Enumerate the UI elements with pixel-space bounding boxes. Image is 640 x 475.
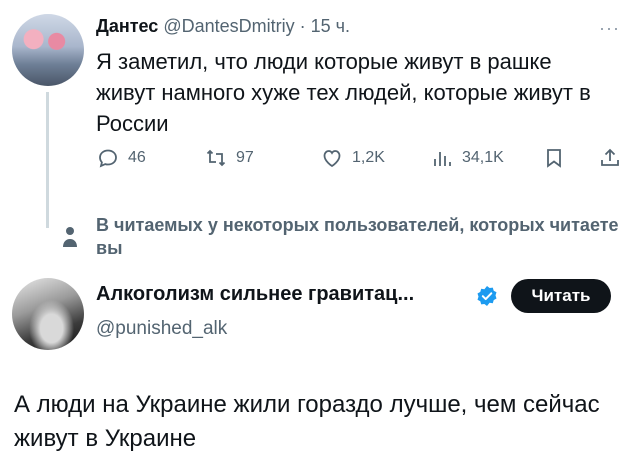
author-name-2[interactable]: Алкоголизм сильнее гравитац... — [96, 283, 414, 306]
repost-count: 97 — [236, 149, 254, 166]
reply-button[interactable]: 46 — [96, 146, 146, 170]
repost-icon — [206, 149, 226, 167]
like-button[interactable]: 1,2K — [320, 146, 385, 170]
person-icon — [63, 227, 77, 247]
tweet-header: Дантес @DantesDmitriy · 15 ч. — [96, 16, 350, 37]
heart-icon — [323, 150, 341, 168]
repost-button[interactable]: 97 — [204, 146, 254, 170]
action-bar: 46 97 1,2K 34,1K — [96, 146, 626, 176]
tweet-text: Я заметил, что люди которые живут в рашк… — [96, 49, 591, 136]
more-options-icon[interactable]: ··· — [599, 18, 620, 39]
reply-icon — [99, 149, 117, 168]
social-context[interactable]: В читаемых у некоторых пользователей, ко… — [96, 214, 636, 260]
author-name[interactable]: Дантес — [96, 16, 158, 36]
like-count: 1,2K — [352, 149, 385, 166]
header-separator: · — [299, 16, 306, 36]
tweet-text-2: А люди на Украине жили гораздо лучше, че… — [14, 391, 600, 452]
author-handle-2[interactable]: @punished_alk — [96, 318, 227, 340]
reply-count: 46 — [128, 149, 146, 166]
author-handle[interactable]: @DantesDmitriy — [163, 16, 294, 36]
author-avatar[interactable] — [12, 14, 84, 86]
views-count: 34,1K — [462, 149, 504, 166]
bookmark-button[interactable] — [542, 146, 566, 170]
thread-line — [46, 92, 49, 228]
timestamp[interactable]: 15 ч. — [311, 16, 350, 36]
bookmark-icon — [547, 149, 561, 168]
analytics-icon — [434, 152, 451, 166]
share-button[interactable] — [598, 146, 622, 170]
views-button[interactable]: 34,1K — [430, 146, 504, 170]
follow-button[interactable]: Читать — [511, 279, 611, 313]
author-avatar-2[interactable] — [12, 278, 84, 350]
share-icon — [601, 148, 619, 166]
verified-badge-icon — [477, 286, 497, 306]
